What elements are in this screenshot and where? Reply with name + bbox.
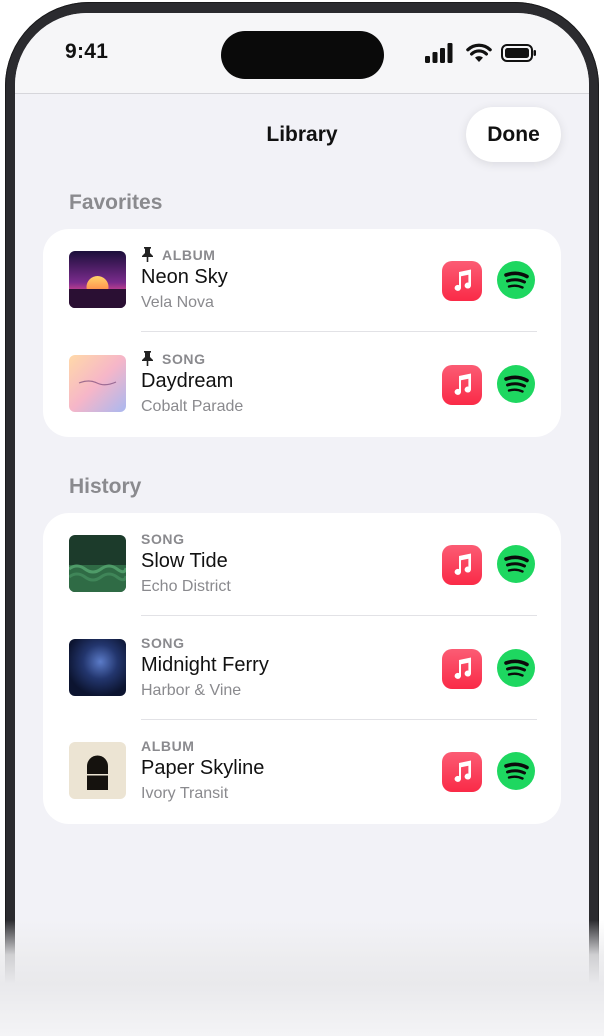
done-button[interactable]: Done bbox=[466, 107, 561, 162]
midnight-ferry-artwork bbox=[69, 639, 126, 696]
item-type: ALBUM bbox=[141, 738, 195, 754]
paper-skyline-artwork bbox=[69, 742, 126, 799]
screenshot-stage: 9:41 Library Done Favorites ALBUM Neon S… bbox=[0, 0, 604, 1036]
slow-tide-artwork bbox=[69, 535, 126, 592]
battery-icon bbox=[501, 43, 537, 68]
item-type: SONG bbox=[141, 531, 185, 547]
list-item[interactable]: ALBUM Paper Skyline Ivory Transit bbox=[43, 720, 561, 823]
item-type: SONG bbox=[162, 351, 206, 367]
bottom-fade bbox=[0, 920, 604, 1036]
spotify-icon bbox=[504, 375, 529, 393]
apple-music-icon bbox=[454, 373, 472, 395]
item-artist: Ivory Transit bbox=[141, 785, 229, 802]
spotify-icon bbox=[504, 762, 529, 780]
apple-music-icon bbox=[454, 269, 472, 291]
cellular-signal-icon bbox=[425, 43, 453, 68]
apple-music-button[interactable] bbox=[442, 752, 482, 792]
item-title: Slow Tide bbox=[141, 550, 228, 572]
pin-icon bbox=[141, 351, 154, 366]
apple-music-icon bbox=[454, 657, 472, 679]
status-divider bbox=[15, 93, 589, 94]
favorites-card: ALBUM Neon Sky Vela Nova SONG Daydream C… bbox=[43, 229, 561, 437]
spotify-icon bbox=[504, 659, 529, 677]
apple-music-icon bbox=[454, 553, 472, 575]
status-bar: 9:41 bbox=[15, 13, 589, 93]
favorites-section-title: Favorites bbox=[69, 191, 163, 214]
neon-sky-artwork bbox=[69, 251, 126, 308]
row-divider bbox=[141, 331, 537, 332]
list-item[interactable]: SONG Midnight Ferry Harbor & Vine bbox=[43, 617, 561, 720]
item-title: Daydream bbox=[141, 370, 234, 392]
item-artist: Cobalt Parade bbox=[141, 398, 244, 415]
apple-music-button[interactable] bbox=[442, 261, 482, 301]
row-divider bbox=[141, 615, 537, 616]
history-card: SONG Slow Tide Echo District SONG Midnig… bbox=[43, 513, 561, 824]
spotify-icon bbox=[504, 555, 529, 573]
list-item[interactable]: ALBUM Neon Sky Vela Nova bbox=[43, 229, 561, 332]
history-section-title: History bbox=[69, 475, 142, 498]
item-title: Midnight Ferry bbox=[141, 654, 269, 676]
item-artist: Echo District bbox=[141, 578, 231, 595]
item-title: Paper Skyline bbox=[141, 757, 265, 779]
apple-music-icon bbox=[454, 760, 472, 782]
item-title: Neon Sky bbox=[141, 266, 228, 288]
item-type: ALBUM bbox=[162, 247, 216, 263]
spotify-button[interactable] bbox=[497, 365, 535, 403]
item-artist: Vela Nova bbox=[141, 294, 214, 311]
dynamic-island bbox=[221, 31, 384, 79]
wifi-icon bbox=[466, 43, 492, 68]
spotify-button[interactable] bbox=[497, 261, 535, 299]
spotify-button[interactable] bbox=[497, 649, 535, 687]
phone-screen: 9:41 Library Done Favorites ALBUM Neon S… bbox=[15, 13, 589, 1036]
list-item[interactable]: SONG Daydream Cobalt Parade bbox=[43, 333, 561, 436]
apple-music-button[interactable] bbox=[442, 365, 482, 405]
spotify-button[interactable] bbox=[497, 545, 535, 583]
item-artist: Harbor & Vine bbox=[141, 682, 242, 699]
apple-music-button[interactable] bbox=[442, 649, 482, 689]
spotify-icon bbox=[504, 271, 529, 289]
status-time: 9:41 bbox=[65, 40, 109, 63]
apple-music-button[interactable] bbox=[442, 545, 482, 585]
daydream-artwork bbox=[69, 355, 126, 412]
item-type: SONG bbox=[141, 635, 185, 651]
spotify-button[interactable] bbox=[497, 752, 535, 790]
list-item[interactable]: SONG Slow Tide Echo District bbox=[43, 513, 561, 616]
pin-icon bbox=[141, 247, 154, 262]
